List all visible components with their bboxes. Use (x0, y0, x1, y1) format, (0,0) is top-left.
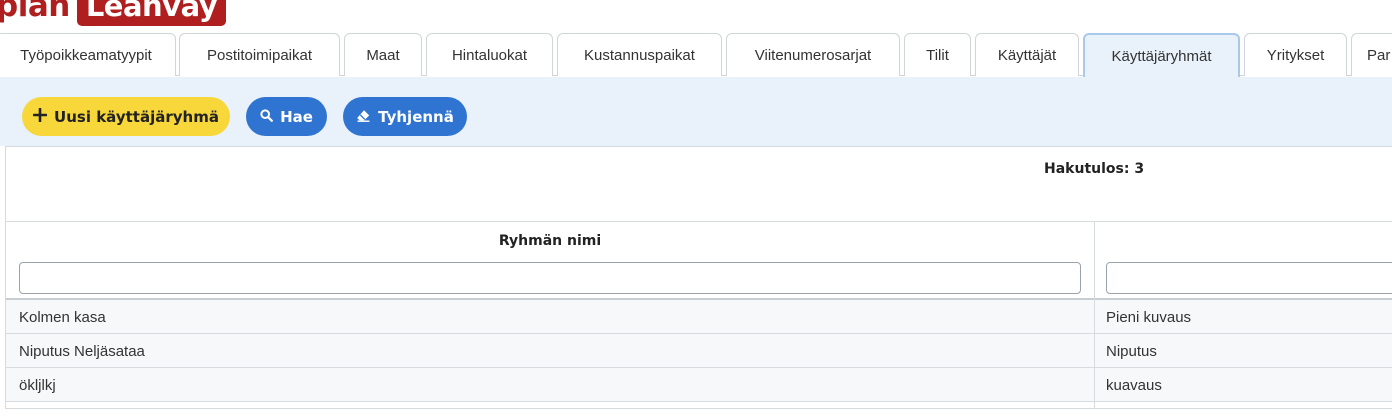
search-label: Hae (280, 107, 313, 126)
plus-icon (32, 107, 48, 125)
tab-tyopoikkeamatyypit[interactable]: Työpoikkeamatyypit (0, 33, 176, 76)
description-cell: kuavaus (1106, 376, 1162, 394)
table-row[interactable]: Niputus Neljäsataa Niputus (6, 334, 1392, 368)
table-header: Ryhmän nimi (6, 221, 1392, 258)
logo-text-leanway: Leanvay (76, 0, 227, 26)
table-row[interactable]: ökljlkj kuavaus (6, 368, 1392, 402)
tab-kustannuspaikat[interactable]: Kustannuspaikat (557, 33, 722, 76)
search-button[interactable]: Hae (246, 97, 327, 136)
app-logo: plan Leanvay (0, 0, 227, 26)
column-header-group-name[interactable]: Ryhmän nimi (6, 222, 1094, 259)
tab-tilit[interactable]: Tilit (904, 33, 971, 76)
description-cell: Pieni kuvaus (1106, 308, 1192, 326)
group-name-cell: ökljlkj (19, 376, 56, 394)
logo-text-plan: plan (0, 0, 70, 24)
group-name-cell: Kolmen kasa (19, 308, 106, 326)
search-icon (260, 108, 273, 125)
tab-viitenumerosarjat[interactable]: Viitenumerosarjat (726, 33, 900, 76)
tab-kayttajat[interactable]: Käyttäjät (975, 33, 1079, 76)
new-user-group-button[interactable]: Uusi käyttäjäryhmä (22, 97, 230, 136)
tab-yritykset[interactable]: Yritykset (1244, 33, 1347, 76)
column-divider (1094, 221, 1095, 409)
tab-hintaluokat[interactable]: Hintaluokat (426, 33, 553, 76)
description-filter-input[interactable] (1106, 262, 1392, 294)
result-count: Hakutulos: 3 (1044, 161, 1145, 177)
tab-postitoimipaikat[interactable]: Postitoimipaikat (179, 33, 340, 76)
toolbar: Uusi käyttäjäryhmä Hae Tyhjennä (0, 77, 1392, 146)
eraser-icon (356, 109, 371, 125)
group-name-cell: Niputus Neljäsataa (19, 342, 145, 360)
table-row[interactable]: Kolmen kasa Pieni kuvaus (6, 300, 1392, 334)
new-user-group-label: Uusi käyttäjäryhmä (54, 107, 219, 126)
tab-maat[interactable]: Maat (344, 33, 422, 76)
description-cell: Niputus (1106, 342, 1157, 360)
filter-row (6, 258, 1392, 300)
clear-label: Tyhjennä (378, 107, 454, 126)
clear-button[interactable]: Tyhjennä (343, 97, 467, 136)
column-header-description[interactable] (1095, 222, 1392, 259)
group-name-filter-input[interactable] (19, 262, 1081, 294)
results-panel: Hakutulos: 3 Ryhmän nimi Kolmen kasa Pie… (5, 146, 1392, 409)
tab-bar: Työpoikkeamatyypit Postitoimipaikat Maat… (0, 33, 1392, 77)
tab-par[interactable]: Par (1351, 33, 1392, 76)
tab-kayttajaryhmat[interactable]: Käyttäjäryhmät (1083, 33, 1240, 77)
